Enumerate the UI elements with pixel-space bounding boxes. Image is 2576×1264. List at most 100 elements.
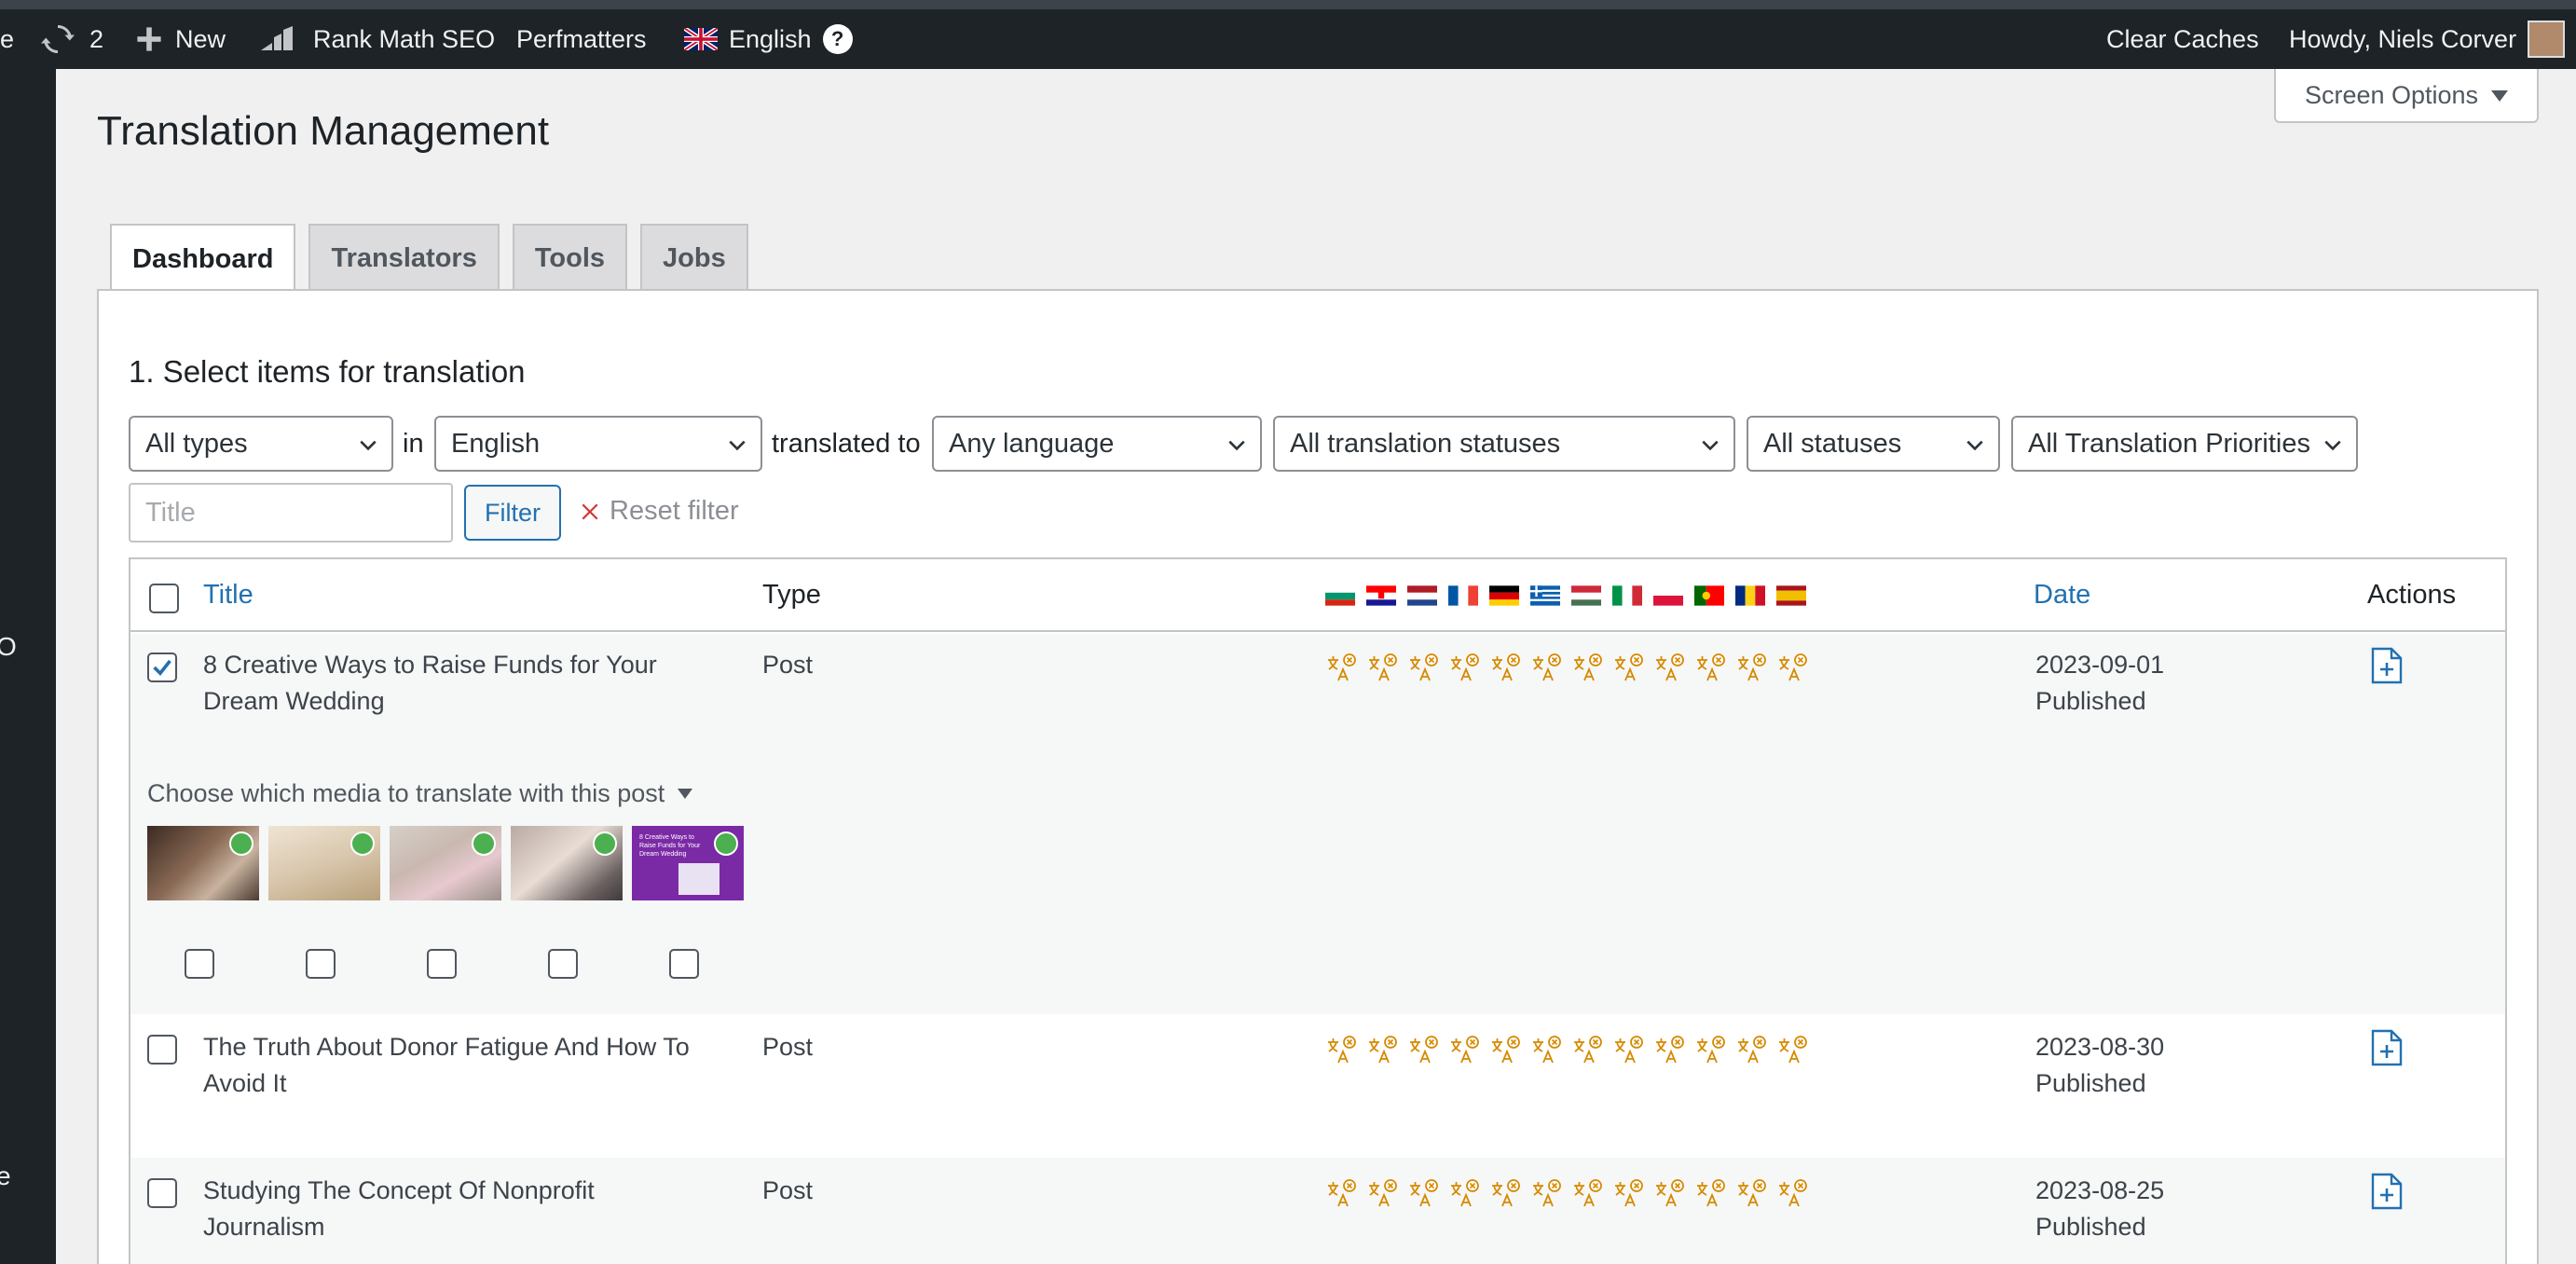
type-select[interactable]: All types	[129, 416, 393, 472]
perfmatters-item[interactable]: Perfmatters	[516, 9, 647, 69]
title-search-input[interactable]	[129, 483, 453, 543]
needs-translation-icon[interactable]	[1325, 1178, 1357, 1210]
add-to-basket-icon[interactable]	[2371, 647, 2403, 684]
tab-bar: Dashboard Translators Tools Jobs	[110, 224, 748, 293]
clear-caches-item[interactable]: Clear Caches	[2106, 9, 2259, 69]
translate-badge-icon	[593, 831, 617, 856]
caret-down-icon	[2491, 81, 2509, 110]
needs-translation-icon[interactable]	[1735, 653, 1767, 684]
needs-translation-icon[interactable]	[1776, 1178, 1808, 1210]
new-content-item[interactable]: New	[136, 9, 226, 69]
post-status-select[interactable]: All statuses	[1747, 416, 2000, 472]
thumbnail-graphic	[678, 863, 719, 895]
media-checkbox[interactable]	[185, 949, 214, 979]
flag-nl-icon	[1407, 585, 1437, 606]
avatar[interactable]	[2528, 21, 2565, 58]
tab-dashboard[interactable]: Dashboard	[110, 224, 296, 293]
needs-translation-icon[interactable]	[1653, 1178, 1685, 1210]
needs-translation-icon[interactable]	[1653, 653, 1685, 684]
perfmatters-label: Perfmatters	[516, 24, 647, 53]
section-title: 1. Select items for translation	[129, 354, 526, 389]
priority-select[interactable]: All Translation Priorities	[2011, 416, 2358, 472]
row-type: Post	[762, 1176, 814, 1204]
needs-translation-icon[interactable]	[1366, 1035, 1398, 1066]
row-checkbox[interactable]	[147, 1035, 177, 1065]
needs-translation-icon[interactable]	[1530, 1035, 1562, 1066]
needs-translation-icon[interactable]	[1448, 653, 1480, 684]
translation-status-select[interactable]: All translation statuses	[1273, 416, 1735, 472]
tab-tools[interactable]: Tools	[512, 224, 628, 291]
select-all-checkbox[interactable]	[149, 584, 179, 613]
media-thumbnail: 8 Creative Ways to Raise Funds for Your …	[632, 826, 744, 900]
needs-translation-icon[interactable]	[1653, 1035, 1685, 1066]
translation-status-icons	[1325, 1178, 1808, 1210]
new-label: New	[175, 24, 226, 53]
flag-pl-icon	[1653, 585, 1683, 606]
needs-translation-icon[interactable]	[1776, 653, 1808, 684]
flag-bg-icon	[1325, 585, 1355, 606]
needs-translation-icon[interactable]	[1612, 1178, 1644, 1210]
help-icon[interactable]: ?	[822, 24, 853, 54]
needs-translation-icon[interactable]	[1325, 653, 1357, 684]
needs-translation-icon[interactable]	[1694, 1035, 1726, 1066]
row-type: Post	[762, 1033, 814, 1061]
needs-translation-icon[interactable]	[1366, 1178, 1398, 1210]
needs-translation-icon[interactable]	[1407, 1035, 1439, 1066]
admin-sidebar: O e	[0, 69, 56, 1264]
media-checkbox[interactable]	[548, 949, 578, 979]
needs-translation-icon[interactable]	[1612, 1035, 1644, 1066]
add-to-basket-icon[interactable]	[2371, 1173, 2403, 1210]
needs-translation-icon[interactable]	[1530, 1178, 1562, 1210]
screen-options-button[interactable]: Screen Options	[2274, 69, 2539, 123]
needs-translation-icon[interactable]	[1735, 1035, 1767, 1066]
rank-math-label: Rank Math SEO	[313, 24, 496, 53]
needs-translation-icon[interactable]	[1571, 1178, 1603, 1210]
media-checkbox[interactable]	[306, 949, 336, 979]
add-to-basket-icon[interactable]	[2371, 1029, 2403, 1066]
reset-filter-link[interactable]: Reset filter	[580, 496, 739, 527]
admin-bar-partial-item[interactable]: e	[0, 9, 14, 69]
needs-translation-icon[interactable]	[1325, 1035, 1357, 1066]
language-switcher-item[interactable]: English ?	[684, 9, 853, 69]
needs-translation-icon[interactable]	[1407, 653, 1439, 684]
filter-button[interactable]: Filter	[464, 485, 561, 541]
needs-translation-icon[interactable]	[1776, 1035, 1808, 1066]
row-title[interactable]: Studying The Concept Of Nonprofit Journa…	[203, 1173, 595, 1245]
tab-translators[interactable]: Translators	[308, 224, 500, 291]
flag-ro-icon	[1735, 585, 1765, 606]
sidebar-partial-item-2[interactable]: e	[0, 1161, 11, 1191]
media-toggle[interactable]: Choose which media to translate with thi…	[147, 779, 693, 808]
row-checkbox[interactable]	[147, 653, 177, 682]
needs-translation-icon[interactable]	[1489, 653, 1521, 684]
media-checkbox[interactable]	[427, 949, 457, 979]
needs-translation-icon[interactable]	[1530, 653, 1562, 684]
sidebar-partial-item-1[interactable]: O	[0, 632, 17, 662]
needs-translation-icon[interactable]	[1366, 653, 1398, 684]
needs-translation-icon[interactable]	[1407, 1178, 1439, 1210]
target-language-value: Any language	[949, 428, 1115, 459]
needs-translation-icon[interactable]	[1735, 1178, 1767, 1210]
updates-item[interactable]: 2	[41, 9, 103, 69]
clear-caches-label: Clear Caches	[2106, 24, 2259, 53]
row-checkbox[interactable]	[147, 1178, 177, 1208]
needs-translation-icon[interactable]	[1571, 653, 1603, 684]
needs-translation-icon[interactable]	[1694, 1178, 1726, 1210]
needs-translation-icon[interactable]	[1489, 1178, 1521, 1210]
source-language-select[interactable]: English	[434, 416, 762, 472]
tab-jobs[interactable]: Jobs	[640, 224, 748, 291]
column-title-sort[interactable]: Title	[203, 580, 253, 611]
needs-translation-icon[interactable]	[1448, 1178, 1480, 1210]
needs-translation-icon[interactable]	[1448, 1035, 1480, 1066]
row-title[interactable]: 8 Creative Ways to Raise Funds for Your …	[203, 647, 657, 720]
row-title[interactable]: The Truth About Donor Fatigue And How To…	[203, 1029, 690, 1102]
needs-translation-icon[interactable]	[1694, 653, 1726, 684]
needs-translation-icon[interactable]	[1571, 1035, 1603, 1066]
target-language-select[interactable]: Any language	[932, 416, 1262, 472]
rank-math-item[interactable]: Rank Math SEO	[259, 9, 495, 69]
media-checkbox[interactable]	[669, 949, 699, 979]
in-label: in	[403, 429, 424, 459]
column-date-sort[interactable]: Date	[2034, 580, 2090, 611]
needs-translation-icon[interactable]	[1489, 1035, 1521, 1066]
needs-translation-icon[interactable]	[1612, 653, 1644, 684]
account-item[interactable]: Howdy, Niels Corver	[2289, 9, 2516, 69]
